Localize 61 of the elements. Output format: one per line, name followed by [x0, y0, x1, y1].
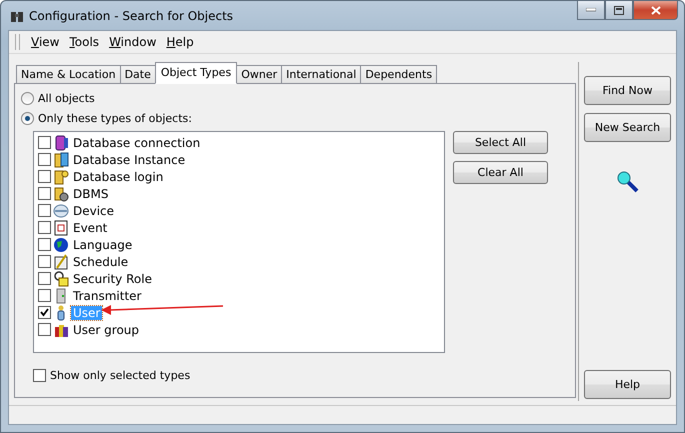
- checkbox[interactable]: [38, 272, 51, 285]
- list-item[interactable]: Transmitter: [71, 288, 144, 302]
- list-item[interactable]: Schedule: [71, 254, 130, 268]
- tab[interactable]: Name & Location: [16, 65, 121, 83]
- list-item[interactable]: Device: [71, 204, 116, 218]
- checkbox[interactable]: [38, 238, 51, 251]
- minimize-button[interactable]: [577, 1, 605, 20]
- tab[interactable]: International: [281, 65, 362, 83]
- radio-label: All objects: [38, 92, 95, 104]
- close-button[interactable]: [633, 1, 678, 20]
- checkbox[interactable]: [38, 153, 51, 166]
- maximize-button[interactable]: [605, 1, 633, 20]
- menu-item[interactable]: Help: [161, 35, 199, 49]
- menu-item[interactable]: Window: [104, 35, 162, 49]
- radio-label: Only these types of objects:: [38, 112, 192, 124]
- close-icon: [650, 6, 660, 14]
- tab[interactable]: Date: [120, 65, 156, 83]
- checkbox[interactable]: [38, 323, 51, 336]
- checkbox[interactable]: [38, 306, 51, 319]
- minimize-icon: [586, 8, 596, 12]
- window-title: Configuration - Search for Objects: [29, 8, 234, 22]
- list-item[interactable]: Database connection: [71, 136, 202, 150]
- object-type-icon: [53, 202, 69, 218]
- tab[interactable]: Owner: [236, 65, 282, 83]
- list-item[interactable]: DBMS: [71, 186, 110, 200]
- object-type-icon: [53, 168, 69, 184]
- tab[interactable]: Dependents: [360, 65, 438, 83]
- checkbox[interactable]: [38, 255, 51, 268]
- checkbox-label: Show only selected types: [50, 369, 190, 382]
- list-item[interactable]: Database login: [71, 170, 166, 184]
- radio-button[interactable]: [21, 112, 34, 124]
- checkbox[interactable]: [38, 170, 51, 183]
- magnifier-icon: [616, 170, 640, 194]
- list-item[interactable]: Event: [71, 220, 110, 234]
- object-type-icon: [53, 152, 69, 168]
- help-button[interactable]: Help: [584, 370, 671, 399]
- object-type-icon: [53, 236, 69, 252]
- search-action-button[interactable]: New Search: [584, 113, 671, 142]
- menu-item[interactable]: View: [26, 35, 64, 49]
- checkbox[interactable]: [38, 289, 51, 302]
- object-type-icon: [53, 254, 69, 270]
- list-item[interactable]: Database Instance: [71, 152, 188, 166]
- list-action-button[interactable]: Clear All: [453, 161, 548, 184]
- object-type-icon: [53, 134, 69, 150]
- object-type-icon: [53, 220, 69, 236]
- search-action-button[interactable]: Find Now: [584, 76, 671, 105]
- checkbox[interactable]: [38, 187, 51, 200]
- checkbox[interactable]: [33, 369, 46, 382]
- tab[interactable]: Object Types: [154, 62, 238, 84]
- list-action-button[interactable]: Select All: [453, 131, 548, 154]
- checkbox[interactable]: [38, 204, 51, 217]
- list-item[interactable]: User group: [71, 322, 142, 336]
- object-type-icon: [53, 270, 69, 286]
- checkbox[interactable]: [38, 136, 51, 149]
- maximize-icon: [614, 6, 624, 14]
- list-item[interactable]: Language: [71, 238, 134, 252]
- list-item[interactable]: Security Role: [71, 272, 154, 286]
- menu-item[interactable]: Tools: [64, 35, 104, 49]
- object-type-icon: [53, 186, 69, 202]
- radio-button[interactable]: [21, 92, 34, 104]
- checkbox[interactable]: [38, 221, 51, 234]
